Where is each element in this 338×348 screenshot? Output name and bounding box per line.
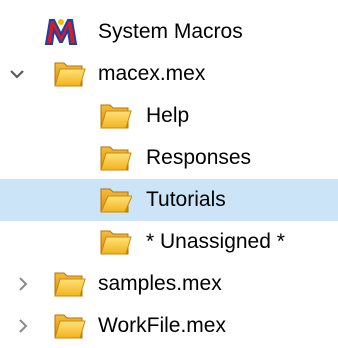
tree-item-system-macros[interactable]: System Macros <box>0 11 338 53</box>
tree-item-label: WorkFile.mex <box>98 314 226 337</box>
tree-item-label: Responses <box>146 146 252 169</box>
tree-item-responses[interactable]: Responses <box>0 137 338 179</box>
tree-item-samples[interactable]: samples.mex <box>0 263 338 305</box>
folder-icon <box>98 100 132 132</box>
tree-item-help[interactable]: Help <box>0 95 338 137</box>
chevron-right-icon[interactable] <box>14 317 32 335</box>
tree-item-tutorials[interactable]: Tutorials <box>0 179 338 221</box>
chevron-right-icon[interactable] <box>14 275 32 293</box>
tree-item-label: Tutorials <box>146 188 226 211</box>
folder-icon <box>98 142 132 174</box>
folder-icon <box>98 226 132 258</box>
tree-item-label: Help <box>146 104 190 127</box>
tree-item-workfile[interactable]: WorkFile.mex <box>0 305 338 347</box>
tree-item-unassigned[interactable]: * Unassigned * <box>0 221 338 263</box>
macro-tree: System Macros macex.mex Help Responses T… <box>0 0 338 348</box>
tree-item-label: System Macros <box>98 20 243 43</box>
folder-icon <box>52 268 86 300</box>
folder-open-icon <box>98 184 133 216</box>
tree-item-label: macex.mex <box>98 62 206 85</box>
folder-icon <box>52 58 86 90</box>
tree-item-label: * Unassigned * <box>146 230 285 253</box>
tree-item-label: samples.mex <box>98 272 222 295</box>
tree-item-macex[interactable]: macex.mex <box>0 53 338 95</box>
folder-icon <box>52 310 86 342</box>
system-macros-icon <box>44 16 78 48</box>
chevron-down-icon[interactable] <box>8 65 26 83</box>
